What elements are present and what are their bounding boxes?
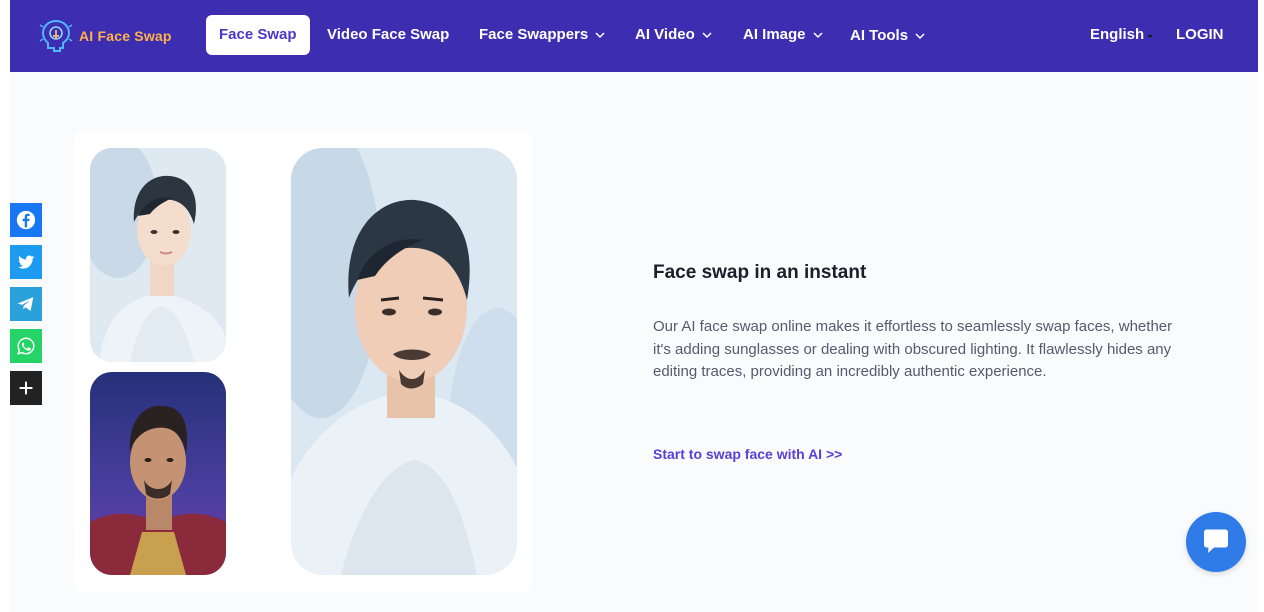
nav-label: AI Image bbox=[743, 26, 806, 43]
nav-label: AI Video bbox=[635, 26, 695, 43]
language-selector[interactable]: English bbox=[1090, 15, 1154, 55]
source-portrait-image bbox=[90, 148, 226, 362]
chat-bubble-icon bbox=[1204, 529, 1228, 553]
login-button[interactable]: LOGIN bbox=[1176, 15, 1224, 55]
share-twitter[interactable] bbox=[10, 245, 42, 279]
nav-ai-tools[interactable]: AI Tools bbox=[850, 16, 926, 56]
plus-icon bbox=[19, 381, 33, 395]
nav-video-face-swap[interactable]: Video Face Swap bbox=[327, 15, 449, 55]
telegram-icon bbox=[17, 297, 34, 311]
chevron-down-icon bbox=[915, 33, 925, 40]
nav-label: Face Swappers bbox=[479, 26, 589, 43]
twitter-icon bbox=[18, 255, 35, 269]
result-photo bbox=[291, 148, 517, 575]
whatsapp-icon bbox=[17, 337, 35, 355]
page: AI Face Swap Face Swap Video Face Swap F… bbox=[10, 0, 1258, 612]
share-facebook[interactable] bbox=[10, 203, 42, 237]
caret-down-icon bbox=[1147, 34, 1154, 38]
nav-label: Face Swap bbox=[219, 26, 297, 43]
nav-ai-image[interactable]: AI Image bbox=[743, 15, 824, 55]
share-more[interactable] bbox=[10, 371, 42, 405]
result-portrait-image bbox=[291, 148, 517, 575]
face-swap-illustration bbox=[74, 132, 532, 592]
source-photo bbox=[90, 148, 226, 362]
brand-name: AI Face Swap bbox=[79, 28, 172, 44]
feature-description: Our AI face swap online makes it effortl… bbox=[653, 318, 1173, 380]
face-bulb-icon bbox=[39, 19, 73, 52]
nav-face-swap[interactable]: Face Swap bbox=[206, 15, 310, 55]
chat-widget-button[interactable] bbox=[1186, 512, 1246, 572]
share-whatsapp[interactable] bbox=[10, 329, 42, 363]
chevron-down-icon bbox=[595, 32, 605, 39]
chevron-down-icon bbox=[813, 32, 823, 39]
nav-label: Video Face Swap bbox=[327, 26, 450, 43]
target-photo bbox=[90, 372, 226, 575]
start-swap-link[interactable]: Start to swap face with AI >> bbox=[653, 446, 842, 462]
target-portrait-image bbox=[90, 372, 226, 575]
login-label: LOGIN bbox=[1176, 26, 1224, 43]
facebook-icon bbox=[16, 210, 36, 230]
nav-label: AI Tools bbox=[850, 27, 909, 44]
chevron-down-icon bbox=[702, 32, 712, 39]
nav-face-swappers[interactable]: Face Swappers bbox=[479, 15, 606, 55]
language-label: English bbox=[1090, 26, 1145, 43]
share-telegram[interactable] bbox=[10, 287, 42, 321]
feature-title: Face swap in an instant bbox=[653, 262, 867, 283]
brand-logo[interactable]: AI Face Swap bbox=[37, 16, 172, 56]
nav-ai-video[interactable]: AI Video bbox=[635, 15, 713, 55]
top-nav: AI Face Swap Face Swap Video Face Swap F… bbox=[10, 0, 1258, 72]
